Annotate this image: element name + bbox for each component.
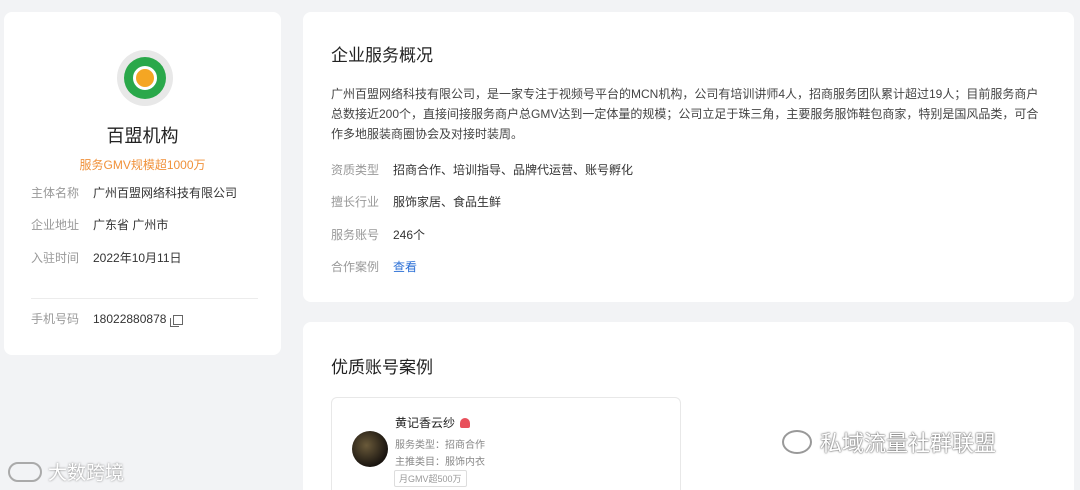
- info-label: 主体名称: [31, 186, 80, 200]
- case-name: 黄记香云纱: [395, 416, 456, 430]
- info-row-join-date: 入驻时间 2022年10月11日: [31, 249, 182, 266]
- copy-icon[interactable]: [170, 314, 184, 327]
- attr-row-cases: 合作案例 查看: [331, 258, 417, 275]
- live-icon: [460, 417, 471, 428]
- attr-row-qualification: 资质类型 招商合作、培训指导、品牌代运营、账号孵化: [331, 161, 633, 178]
- phone-label: 手机号码: [31, 312, 80, 326]
- attr-label: 擅长行业: [331, 195, 380, 209]
- attr-label: 服务账号: [331, 228, 380, 242]
- brand-logo-icon: [8, 461, 42, 482]
- phone-value: 18022880878: [93, 311, 167, 326]
- org-profile-card: 百盟机构 服务GMV规模超1000万 主体名称 广州百盟网络科技有限公司 企业地…: [4, 12, 281, 355]
- watermark-left-text: 大数跨境: [48, 463, 125, 484]
- case-category: 主推类目：服饰内衣: [395, 457, 485, 468]
- attr-value: 招商合作、培训指导、品牌代运营、账号孵化: [393, 163, 634, 177]
- attr-row-industry: 擅长行业 服饰家居、食品生鲜: [331, 193, 501, 210]
- divider: [31, 298, 258, 299]
- info-row-phone: 手机号码 18022880878: [31, 310, 184, 327]
- org-name: 百盟机构: [106, 126, 179, 146]
- attr-value: 服饰家居、食品生鲜: [393, 195, 502, 209]
- info-label: 入驻时间: [31, 251, 80, 265]
- watermark-left: 大数跨境: [8, 458, 124, 485]
- case-gmv-tag: 月GMV超500万: [394, 470, 467, 487]
- info-row-company: 主体名称 广州百盟网络科技有限公司: [31, 184, 237, 201]
- case-card[interactable]: 黄记香云纱 服务类型：招商合作 主推类目：服饰内衣: [331, 397, 681, 490]
- attr-label: 资质类型: [331, 163, 380, 177]
- info-row-address: 企业地址 广东省 广州市: [31, 216, 168, 233]
- info-label: 企业地址: [31, 218, 80, 232]
- case-title: 黄记香云纱: [395, 414, 471, 431]
- mcn-logo-icon: [117, 50, 173, 106]
- attr-row-accounts: 服务账号 246个: [331, 226, 425, 243]
- org-gmv-badge: 服务GMV规模超1000万: [79, 158, 206, 172]
- cases-title: 优质账号案例: [331, 358, 433, 377]
- view-cases-link[interactable]: 查看: [393, 258, 417, 275]
- wechat-icon: [782, 430, 812, 454]
- info-value: 广州百盟网络科技有限公司: [93, 186, 238, 200]
- attr-label: 合作案例: [331, 260, 380, 274]
- watermark-right-text: 私域流量社群联盟: [820, 431, 997, 456]
- quality-cases-card: 优质账号案例 黄记香云纱 服务类型：招商合作 主推类目：服饰内衣: [303, 322, 1074, 490]
- info-value: 广东省 广州市: [93, 218, 169, 232]
- case-service-type: 服务类型：招商合作: [395, 440, 485, 451]
- watermark-right: 私域流量社群联盟: [782, 426, 996, 458]
- overview-description: 广州百盟网络科技有限公司，是一家专注于视频号平台的MCN机构，公司有培训讲师4人…: [331, 87, 1039, 141]
- attr-value: 246个: [393, 228, 426, 242]
- avatar: [352, 431, 388, 467]
- info-value: 2022年10月11日: [93, 251, 182, 265]
- overview-title: 企业服务概况: [331, 46, 433, 65]
- service-overview-card: 企业服务概况 广州百盟网络科技有限公司，是一家专注于视频号平台的MCN机构，公司…: [303, 12, 1074, 302]
